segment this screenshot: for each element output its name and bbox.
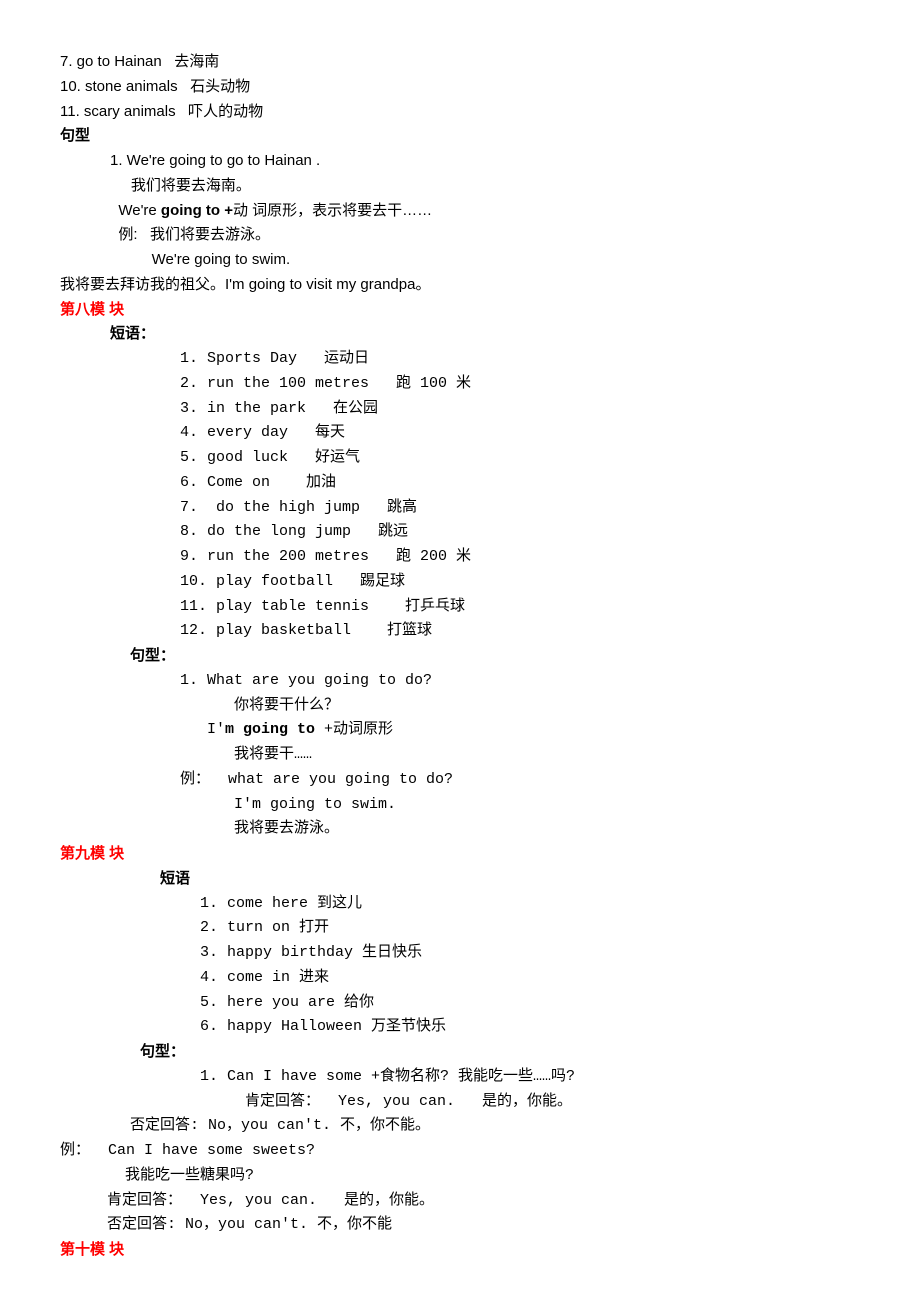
module10-title: 第十模 块	[60, 1238, 860, 1263]
phrase-heading: 短语：	[110, 322, 860, 347]
sentence-line: 例: 我们将要去游泳。	[110, 223, 860, 248]
example-line: 例： Can I have some sweets?	[60, 1139, 860, 1164]
module8-phrases: 1. Sports Day 运动日 2. run the 100 metres …	[180, 347, 860, 644]
sentence-heading: 句型：	[140, 1040, 860, 1065]
sentence-line: 我将要去游泳。	[180, 817, 860, 842]
sentence-line: I'm going to swim.	[180, 793, 860, 818]
sentence-line: 例： what are you going to do?	[180, 768, 860, 793]
phrase-item: 5. good luck 好运气	[180, 446, 860, 471]
top-item: 11. scary animals 吓人的动物	[60, 100, 860, 125]
phrase-item: 8. do the long jump 跳远	[180, 520, 860, 545]
phrase-item: 12. play basketball 打篮球	[180, 619, 860, 644]
phrase-item: 1. come here 到这儿	[200, 892, 860, 917]
phrase-item: 10. play football 踢足球	[180, 570, 860, 595]
sentence-line: We're going to swim.	[110, 248, 860, 273]
example-line: 肯定回答： Yes, you can. 是的，你能。	[80, 1189, 860, 1214]
sentence-heading: 句型	[60, 124, 860, 149]
top-sentences: 1. We're going to go to Hainan . 我们将要去海南…	[110, 149, 860, 273]
sentence-line: 肯定回答： Yes, you can. 是的，你能。	[200, 1090, 860, 1115]
phrase-item: 2. run the 100 metres 跑 100 米	[180, 372, 860, 397]
example-line: 否定回答: No，you can't. 不，你不能	[80, 1213, 860, 1238]
phrase-item: 6. happy Halloween 万圣节快乐	[200, 1015, 860, 1040]
module9-sentences: 1. Can I have some +食物名称? 我能吃一些……吗? 肯定回答…	[200, 1065, 860, 1115]
bold-span: going to +	[157, 202, 233, 219]
phrase-item: 6. Come on 加油	[180, 471, 860, 496]
bold-span: m going to	[225, 721, 324, 738]
sentence-line: 你将要干什么？	[180, 694, 860, 719]
sentence-line: I'm going to +动词原形	[180, 718, 860, 743]
module8-title: 第八模 块	[60, 298, 860, 323]
module9-title: 第九模 块	[60, 842, 860, 867]
module9-phrases: 1. come here 到这儿 2. turn on 打开 3. happy …	[200, 892, 860, 1041]
phrase-item: 2. turn on 打开	[200, 916, 860, 941]
sentence-line: 1. We're going to go to Hainan .	[110, 149, 860, 174]
phrase-item: 3. happy birthday 生日快乐	[200, 941, 860, 966]
top-example: 我将要去拜访我的祖父。I'm going to visit my grandpa…	[60, 273, 860, 298]
phrase-heading: 短语	[160, 867, 860, 892]
phrase-item: 11. play table tennis 打乒乓球	[180, 595, 860, 620]
phrase-item: 4. every day 每天	[180, 421, 860, 446]
phrase-item: 1. Sports Day 运动日	[180, 347, 860, 372]
top-list: 7. go to Hainan 去海南 10. stone animals 石头…	[60, 50, 860, 124]
sentence-line: 1. What are you going to do?	[180, 669, 860, 694]
phrase-item: 5. here you are 给你	[200, 991, 860, 1016]
top-item: 10. stone animals 石头动物	[60, 75, 860, 100]
module8-sentences: 1. What are you going to do? 你将要干什么？ I'm…	[180, 669, 860, 842]
top-item: 7. go to Hainan 去海南	[60, 50, 860, 75]
example-line: 我能吃一些糖果吗?	[80, 1164, 860, 1189]
phrase-item: 7. do the high jump 跳高	[180, 496, 860, 521]
sentence-heading: 句型：	[130, 644, 860, 669]
sentence-line: 我们将要去海南。	[110, 174, 860, 199]
sentence-line: We're going to +动 词原形，表示将要去干……	[110, 199, 860, 224]
sentence-line: 1. Can I have some +食物名称? 我能吃一些……吗?	[200, 1065, 860, 1090]
module9-example: 例： Can I have some sweets? 我能吃一些糖果吗? 肯定回…	[60, 1139, 860, 1238]
sentence-line: 我将要干……	[180, 743, 860, 768]
phrase-item: 3. in the park 在公园	[180, 397, 860, 422]
phrase-item: 4. come in 进来	[200, 966, 860, 991]
neg-answer: 否定回答: No，you can't. 不，你不能。	[130, 1114, 860, 1139]
phrase-item: 9. run the 200 metres 跑 200 米	[180, 545, 860, 570]
